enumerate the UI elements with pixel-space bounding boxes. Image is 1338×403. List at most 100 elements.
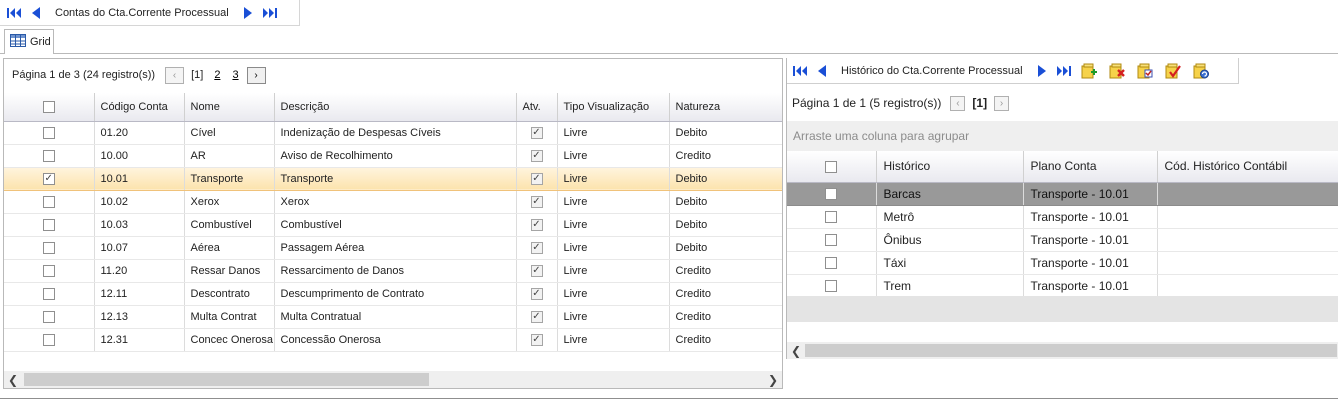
pager-next-button[interactable]: › xyxy=(994,95,1010,111)
first-page-icon[interactable] xyxy=(3,3,25,23)
row-select-cell[interactable] xyxy=(4,328,95,352)
select-all-header[interactable] xyxy=(4,93,95,122)
row-checkbox[interactable] xyxy=(42,287,55,300)
scroll-left-icon[interactable]: ❮ xyxy=(787,342,805,359)
left-horizontal-scrollbar[interactable]: ❮ ❯ xyxy=(4,371,782,388)
row-checkbox[interactable] xyxy=(825,188,838,201)
row-select-cell[interactable] xyxy=(4,121,95,145)
table-row[interactable]: 12.31 Concec Onerosa Concessão Onerosa ✓ Liv… xyxy=(4,328,782,352)
cell-descricao: Xerox xyxy=(274,190,517,214)
row-checkbox[interactable] xyxy=(42,333,55,346)
column-header-nome[interactable]: Nome xyxy=(184,93,275,122)
last-page-icon[interactable] xyxy=(259,3,281,23)
column-header-cod-historico[interactable]: Cód. Histórico Contábil xyxy=(1157,151,1338,183)
row-checkbox[interactable] xyxy=(42,126,55,139)
column-header-descricao[interactable]: Descrição xyxy=(274,93,517,122)
scrollbar-thumb[interactable] xyxy=(24,373,429,386)
right-pager: Página 1 de 1 (5 registro(s)) ‹ [1] › xyxy=(792,93,1010,113)
row-checkbox[interactable] xyxy=(42,241,55,254)
table-row[interactable]: Táxi Transporte - 10.01 xyxy=(787,251,1338,275)
table-row[interactable]: Ônibus Transporte - 10.01 xyxy=(787,228,1338,252)
row-select-cell[interactable] xyxy=(4,213,95,237)
cell-cod-historico xyxy=(1157,182,1338,206)
ativo-checkbox: ✓ xyxy=(530,126,543,139)
column-header-codigo[interactable]: Código Conta xyxy=(94,93,185,122)
table-row[interactable]: Trem Transporte - 10.01 xyxy=(787,274,1338,298)
row-select-cell[interactable] xyxy=(787,274,877,298)
edit-record-icon[interactable] xyxy=(1131,60,1159,82)
pager-next-button[interactable]: › xyxy=(246,66,266,84)
group-drop-area[interactable]: Arraste uma coluna para agrupar xyxy=(787,121,1338,151)
column-header-natureza[interactable]: Natureza xyxy=(669,93,782,122)
row-select-cell[interactable]: ✓ xyxy=(4,167,95,191)
cell-historico: Trem xyxy=(876,274,1024,298)
pager-page-2[interactable]: 2 xyxy=(210,69,224,81)
next-page-icon[interactable] xyxy=(1031,61,1053,81)
table-row[interactable]: 01.20 Cível Indenização de Despesas Cíveis… xyxy=(4,121,782,145)
row-checkbox[interactable] xyxy=(42,218,55,231)
table-row[interactable]: 11.20 Ressar Danos Ressarcimento de Danos ✓… xyxy=(4,259,782,283)
table-row[interactable]: 10.02 Xerox Xerox ✓ Livre Debito xyxy=(4,190,782,214)
row-select-cell[interactable] xyxy=(4,305,95,329)
table-row[interactable]: 10.00 AR Aviso de Recolhimento ✓ Livre Credit… xyxy=(4,144,782,168)
cell-ativo: ✓ xyxy=(516,190,558,214)
scrollbar-thumb[interactable] xyxy=(805,344,1337,357)
pager-current-page: [1] xyxy=(191,69,204,81)
first-page-icon[interactable] xyxy=(789,61,811,81)
table-row[interactable]: 12.11 Descontrato Descumprimento de Contra… xyxy=(4,282,782,306)
scroll-left-icon[interactable]: ❮ xyxy=(4,371,22,388)
row-select-cell[interactable] xyxy=(787,182,877,206)
tab-grid[interactable]: Grid xyxy=(4,29,54,54)
row-checkbox[interactable] xyxy=(825,211,838,224)
next-page-icon[interactable] xyxy=(237,3,259,23)
row-checkbox[interactable] xyxy=(42,195,55,208)
table-row[interactable]: 10.07 Aérea Passagem Aérea ✓ Livre Debito xyxy=(4,236,782,260)
cell-ativo: ✓ xyxy=(516,305,558,329)
table-row[interactable]: 10.03 Combustível Combustível ✓ Livre Debito xyxy=(4,213,782,237)
row-checkbox[interactable] xyxy=(825,257,838,270)
last-page-icon[interactable] xyxy=(1053,61,1075,81)
row-checkbox[interactable] xyxy=(42,149,55,162)
table-row[interactable]: ✓ 10.01 Transporte Transporte ✓ Livre Debito xyxy=(4,167,782,191)
row-select-cell[interactable] xyxy=(4,144,95,168)
select-all-checkbox[interactable] xyxy=(42,100,55,113)
pager-page-3[interactable]: 3 xyxy=(228,69,242,81)
prev-page-icon[interactable] xyxy=(811,61,833,81)
column-header-plano-conta[interactable]: Plano Conta xyxy=(1023,151,1158,183)
scroll-right-icon[interactable]: ❯ xyxy=(764,371,782,388)
confirm-record-icon[interactable] xyxy=(1159,60,1187,82)
row-select-cell[interactable] xyxy=(4,190,95,214)
table-row[interactable]: 12.13 Multa Contrat Multa Contratual ✓ Livre… xyxy=(4,305,782,329)
row-select-cell[interactable] xyxy=(787,251,877,275)
row-select-cell[interactable] xyxy=(787,205,877,229)
row-select-cell[interactable] xyxy=(787,228,877,252)
column-header-ativo[interactable]: Atv. xyxy=(516,93,558,122)
table-row[interactable]: Barcas Transporte - 10.01 xyxy=(787,182,1338,206)
row-select-cell[interactable] xyxy=(4,259,95,283)
row-checkbox[interactable]: ✓ xyxy=(42,172,55,185)
select-all-checkbox[interactable] xyxy=(825,161,838,174)
column-header-historico[interactable]: Histórico xyxy=(876,151,1024,183)
delete-record-icon[interactable] xyxy=(1103,60,1131,82)
row-checkbox[interactable] xyxy=(825,280,838,293)
pager-prev-button[interactable]: ‹ xyxy=(165,66,185,84)
column-header-tipo[interactable]: Tipo Visualização xyxy=(557,93,670,122)
add-record-icon[interactable] xyxy=(1075,60,1103,82)
table-row[interactable]: Metrô Transporte - 10.01 xyxy=(787,205,1338,229)
pager-prev-button[interactable]: ‹ xyxy=(950,95,966,111)
row-checkbox[interactable] xyxy=(42,310,55,323)
refresh-record-icon[interactable] xyxy=(1187,60,1215,82)
cell-ativo: ✓ xyxy=(516,144,558,168)
select-all-header[interactable] xyxy=(787,151,877,183)
right-horizontal-scrollbar[interactable]: ❮ xyxy=(787,342,1338,359)
top-navigator: Contas do Cta.Corrente Processual xyxy=(0,0,300,26)
cell-tipo: Livre xyxy=(557,328,670,352)
row-checkbox[interactable] xyxy=(825,234,838,247)
cell-tipo: Livre xyxy=(557,144,670,168)
row-checkbox[interactable] xyxy=(42,264,55,277)
cell-plano-conta: Transporte - 10.01 xyxy=(1023,228,1158,252)
row-select-cell[interactable] xyxy=(4,282,95,306)
row-select-cell[interactable] xyxy=(4,236,95,260)
prev-page-icon[interactable] xyxy=(25,3,47,23)
cell-natureza: Debito xyxy=(669,236,782,260)
